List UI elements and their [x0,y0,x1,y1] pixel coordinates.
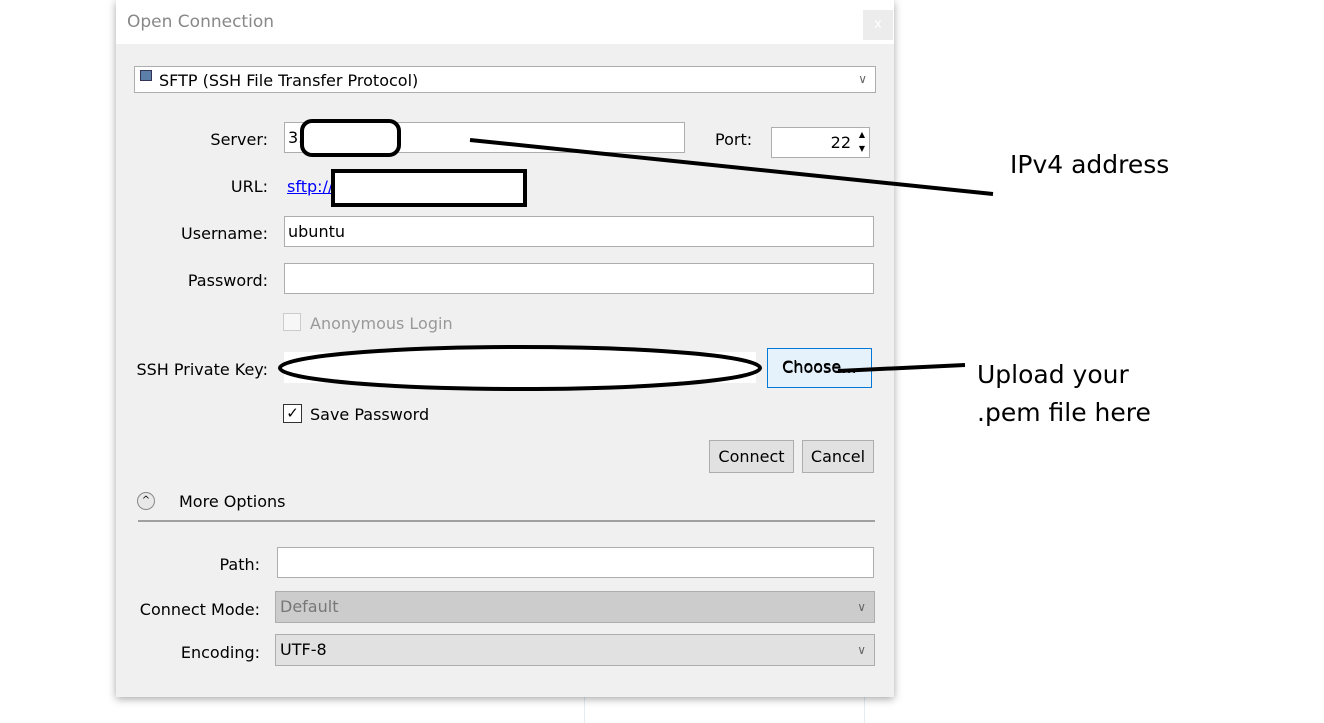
pem-annotation-line2: .pem file here [977,398,1151,426]
pem-annotation-line1: Upload your [977,360,1129,389]
ipv4-annotation: IPv4 address [1010,150,1170,179]
pem-arrow-line [837,363,966,373]
url-redaction [331,169,527,207]
server-redaction [300,119,401,157]
choose-key-button-text: Choose... [782,357,857,376]
ipv4-arrow-line [469,138,994,196]
key-redaction [278,345,762,391]
